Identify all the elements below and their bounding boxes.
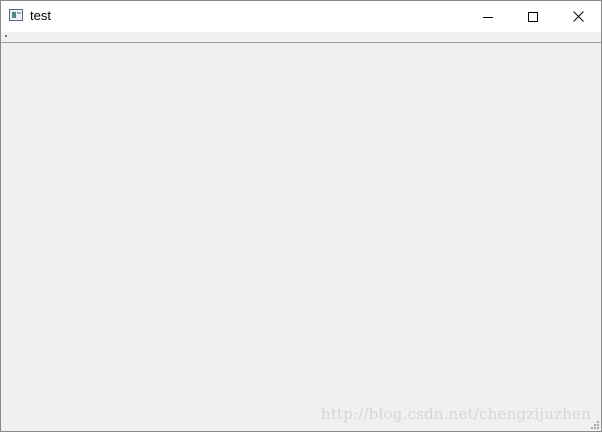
- maximize-button[interactable]: [510, 1, 556, 32]
- resize-grip-icon[interactable]: [591, 421, 600, 430]
- client-area[interactable]: http://blog.csdn.net/chengzijuzhen: [1, 43, 601, 431]
- app-icon-bar: [17, 12, 21, 14]
- title-bar[interactable]: test: [1, 1, 601, 32]
- menu-bar-handle: [5, 35, 7, 37]
- minimize-button[interactable]: [465, 1, 511, 32]
- window-title: test: [30, 8, 51, 23]
- minimize-icon: [483, 16, 493, 18]
- main-window: test http://blog.csdn.net/chengzijuzhen: [0, 0, 602, 432]
- maximize-icon: [528, 11, 538, 22]
- close-button[interactable]: [555, 1, 601, 32]
- app-icon-pane: [12, 12, 16, 18]
- watermark-text: http://blog.csdn.net/chengzijuzhen: [320, 405, 591, 423]
- menu-bar[interactable]: [1, 32, 601, 43]
- close-icon: [572, 11, 584, 22]
- application-window-icon[interactable]: [9, 9, 23, 21]
